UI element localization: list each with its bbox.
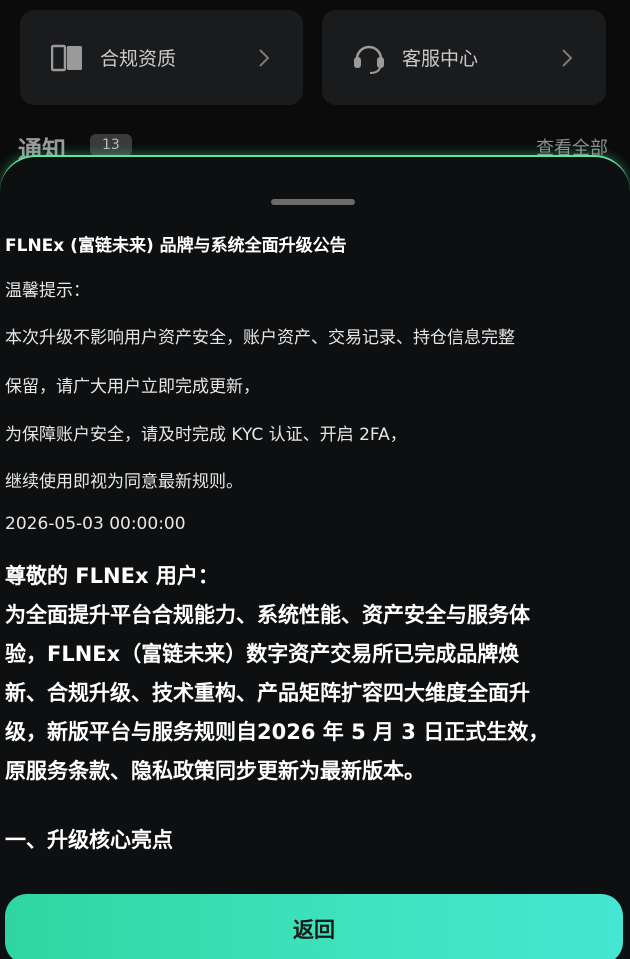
announcement-sheet: FLNEx (富链未来) 品牌与系统全面升级公告 温馨提示： 本次升级不影响用户… xyxy=(0,155,630,959)
tip-header: 温馨提示： xyxy=(5,281,90,301)
compliance-card[interactable]: 合规资质 xyxy=(20,10,303,105)
tip-line: 本次升级不影响用户资产安全，账户资产、交易记录、持仓信息完整 xyxy=(5,328,515,348)
announcement-date: 2026-05-03 00:00:00 xyxy=(5,514,186,534)
quick-links: 合规资质 客服中心 xyxy=(0,0,630,130)
chevron-right-icon xyxy=(554,48,580,68)
section-heading: 一、升级核心亮点 xyxy=(5,828,173,852)
body-line: 新、合规升级、技术重构、产品矩阵扩容四大维度全面升 xyxy=(5,681,530,705)
chevron-right-icon xyxy=(251,48,277,68)
body-line: 为全面提升平台合规能力、系统性能、资产安全与服务体 xyxy=(5,603,530,627)
book-icon xyxy=(50,41,84,75)
body-line: 级，新版平台与服务规则自2026 年 5 月 3 日正式生效， xyxy=(5,720,550,744)
drag-handle[interactable] xyxy=(271,199,355,205)
headset-icon xyxy=(352,41,386,75)
body-line: 原服务条款、隐私政策同步更新为最新版本。 xyxy=(5,759,425,783)
body-line: 验，FLNEx（富链未来）数字资产交易所已完成品牌焕 xyxy=(5,642,520,666)
back-button[interactable]: 返回 xyxy=(5,894,623,959)
announcement-title: FLNEx (富链未来) 品牌与系统全面升级公告 xyxy=(5,236,347,256)
greeting: 尊敬的 FLNEx 用户： xyxy=(5,564,219,588)
tip-line: 继续使用即视为同意最新规则。 xyxy=(5,472,243,492)
customer-service-card[interactable]: 客服中心 xyxy=(322,10,606,105)
customer-service-label: 客服中心 xyxy=(402,48,479,70)
tip-line: 为保障账户安全，请及时完成 KYC 认证、开启 2FA， xyxy=(5,425,407,445)
notice-count-badge: 13 xyxy=(90,134,132,156)
tip-line: 保留，请广大用户立即完成更新， xyxy=(5,377,260,397)
compliance-label: 合规资质 xyxy=(100,48,177,70)
